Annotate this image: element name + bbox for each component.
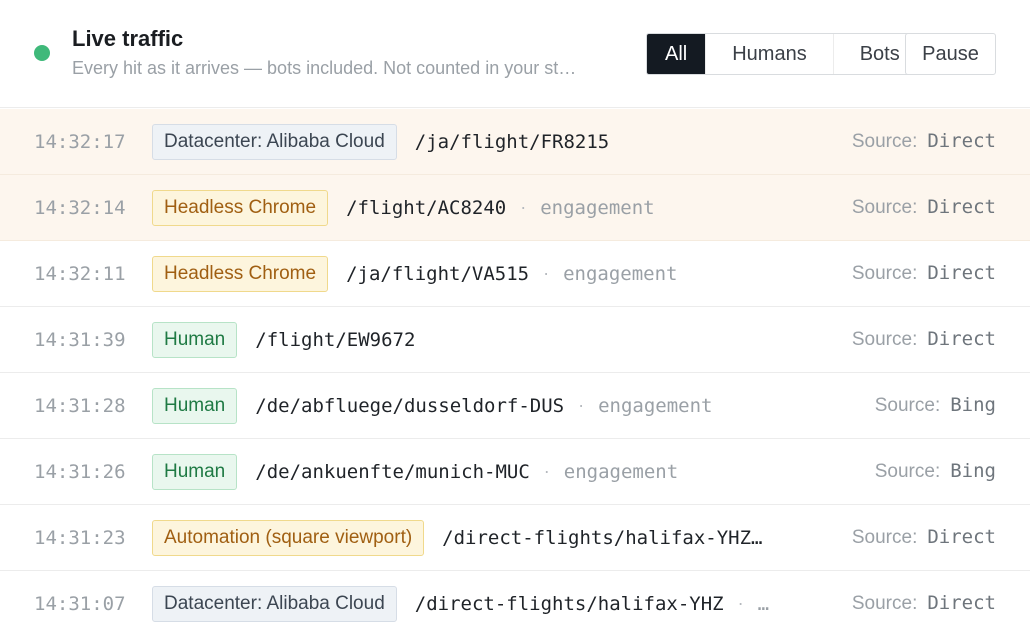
visitor-type-badge: Datacenter: Alibaba Cloud bbox=[152, 585, 397, 622]
hit-details: Human/flight/EW9672 bbox=[152, 321, 415, 358]
source-label: Source: bbox=[851, 593, 918, 614]
traffic-row[interactable]: 14:31:39 Human/flight/EW9672 Source: Direct bbox=[0, 307, 1030, 373]
hit-path[interactable]: /flight/EW9672 bbox=[255, 329, 415, 351]
source-value: Direct bbox=[927, 526, 996, 548]
hit-details: Datacenter: Alibaba Cloud/direct-flights… bbox=[152, 585, 770, 622]
live-status-dot-icon bbox=[34, 45, 50, 61]
hit-time: 14:32:11 bbox=[34, 262, 126, 285]
hit-source: Source: Direct bbox=[852, 328, 996, 351]
source-label: Source: bbox=[874, 461, 941, 482]
source-value: Direct bbox=[927, 328, 996, 350]
hit-time: 14:31:26 bbox=[34, 460, 126, 483]
source-label: Source: bbox=[874, 395, 941, 416]
hit-source: Source: Direct bbox=[852, 130, 996, 153]
visitor-type-badge: Human bbox=[152, 321, 238, 358]
traffic-list: 14:32:17 Datacenter: Alibaba Cloud/ja/fli… bbox=[0, 109, 1030, 632]
source-value: Direct bbox=[927, 262, 996, 284]
hit-time: 14:32:17 bbox=[34, 130, 126, 153]
source-value: Bing bbox=[950, 394, 996, 416]
visitor-type-badge: Headless Chrome bbox=[152, 255, 329, 292]
hit-path[interactable]: /direct-flights/halifax-YHZ… bbox=[442, 527, 762, 549]
source-label: Source: bbox=[851, 329, 918, 350]
source-label: Source: bbox=[851, 131, 918, 152]
hit-details: Human/de/ankuenfte/munich-MUC · engagement bbox=[152, 453, 679, 490]
hit-tag: engagement bbox=[598, 394, 713, 417]
hit-tag: … bbox=[757, 592, 770, 615]
hit-source: Source: Direct bbox=[852, 526, 996, 549]
traffic-row[interactable]: 14:31:26 Human/de/ankuenfte/munich-MUC · en… bbox=[0, 439, 1030, 505]
traffic-row[interactable]: 14:32:17 Datacenter: Alibaba Cloud/ja/fli… bbox=[0, 109, 1030, 175]
traffic-row[interactable]: 14:32:14 Headless Chrome/flight/AC8240 · en… bbox=[0, 175, 1030, 241]
separator-dot: · bbox=[737, 593, 744, 613]
hit-source: Source: Direct bbox=[852, 262, 996, 285]
separator-dot: · bbox=[578, 395, 585, 415]
hit-details: Automation (square viewport) /direct-flig… bbox=[152, 519, 762, 556]
filter-humans-button[interactable]: Humans bbox=[705, 34, 833, 74]
source-label: Source: bbox=[851, 263, 918, 284]
source-value: Direct bbox=[927, 196, 996, 218]
hit-source: Source: Direct bbox=[852, 592, 996, 615]
visitor-type-badge: Automation (square viewport) bbox=[152, 519, 425, 556]
hit-tag: engagement bbox=[563, 460, 679, 483]
source-value: Direct bbox=[927, 592, 996, 614]
pause-button[interactable]: Pause bbox=[905, 33, 996, 75]
source-value: Bing bbox=[950, 460, 996, 482]
hit-details: Datacenter: Alibaba Cloud/ja/flight/FR82… bbox=[152, 123, 609, 160]
hit-details: Headless Chrome/ja/flight/VA515 · engageme… bbox=[152, 255, 678, 292]
traffic-row[interactable]: 14:32:11 Headless Chrome/ja/flight/VA515 ·… bbox=[0, 241, 1030, 307]
visitor-type-badge: Datacenter: Alibaba Cloud bbox=[152, 123, 397, 160]
page-title: Live traffic bbox=[72, 26, 184, 51]
hit-path[interactable]: /direct-flights/halifax-YHZ bbox=[415, 593, 724, 615]
hit-time: 14:31:28 bbox=[34, 394, 126, 417]
source-label: Source: bbox=[851, 527, 918, 548]
hit-time: 14:31:39 bbox=[34, 328, 126, 351]
hit-details: Headless Chrome/flight/AC8240 · engagement bbox=[152, 189, 655, 226]
hit-time: 14:31:23 bbox=[34, 526, 126, 549]
hit-path[interactable]: /de/abfluege/dusseldorf-DUS bbox=[255, 395, 564, 417]
hit-time: 14:32:14 bbox=[34, 196, 126, 219]
hit-path[interactable]: /de/ankuenfte/munich-MUC bbox=[255, 461, 530, 483]
traffic-row[interactable]: 14:31:07 Datacenter: Alibaba Cloud/direct… bbox=[0, 571, 1030, 632]
hit-details: Human/de/abfluege/dusseldorf-DUS · engagem… bbox=[152, 387, 713, 424]
separator-dot: · bbox=[543, 263, 550, 283]
hit-source: Source: Direct bbox=[852, 196, 996, 219]
hit-tag: engagement bbox=[563, 262, 678, 285]
traffic-filter-segmented-control: All Humans Bots bbox=[646, 33, 927, 75]
hit-path[interactable]: /ja/flight/FR8215 bbox=[415, 131, 609, 153]
hit-source: Source: Bing bbox=[875, 394, 996, 417]
hit-path[interactable]: /flight/AC8240 bbox=[346, 197, 506, 219]
visitor-type-badge: Headless Chrome bbox=[152, 189, 329, 226]
source-label: Source: bbox=[851, 197, 918, 218]
page-subtitle: Every hit as it arrives — bots included.… bbox=[72, 58, 577, 78]
source-value: Direct bbox=[927, 130, 996, 152]
hit-time: 14:31:07 bbox=[34, 592, 126, 615]
separator-dot: · bbox=[520, 197, 527, 217]
live-traffic-header: Live traffic Every hit as it arrives — b… bbox=[0, 0, 1030, 108]
separator-dot: · bbox=[543, 461, 550, 481]
hit-path[interactable]: /ja/flight/VA515 bbox=[346, 263, 529, 285]
visitor-type-badge: Human bbox=[152, 387, 238, 424]
filter-all-button[interactable]: All bbox=[647, 34, 706, 74]
hit-tag: engagement bbox=[540, 196, 655, 219]
hit-source: Source: Bing bbox=[875, 460, 996, 483]
visitor-type-badge: Human bbox=[152, 453, 238, 490]
traffic-row[interactable]: 14:31:28 Human/de/abfluege/dusseldorf-DUS… bbox=[0, 373, 1030, 439]
traffic-row[interactable]: 14:31:23 Automation (square viewport) /dir… bbox=[0, 505, 1030, 571]
